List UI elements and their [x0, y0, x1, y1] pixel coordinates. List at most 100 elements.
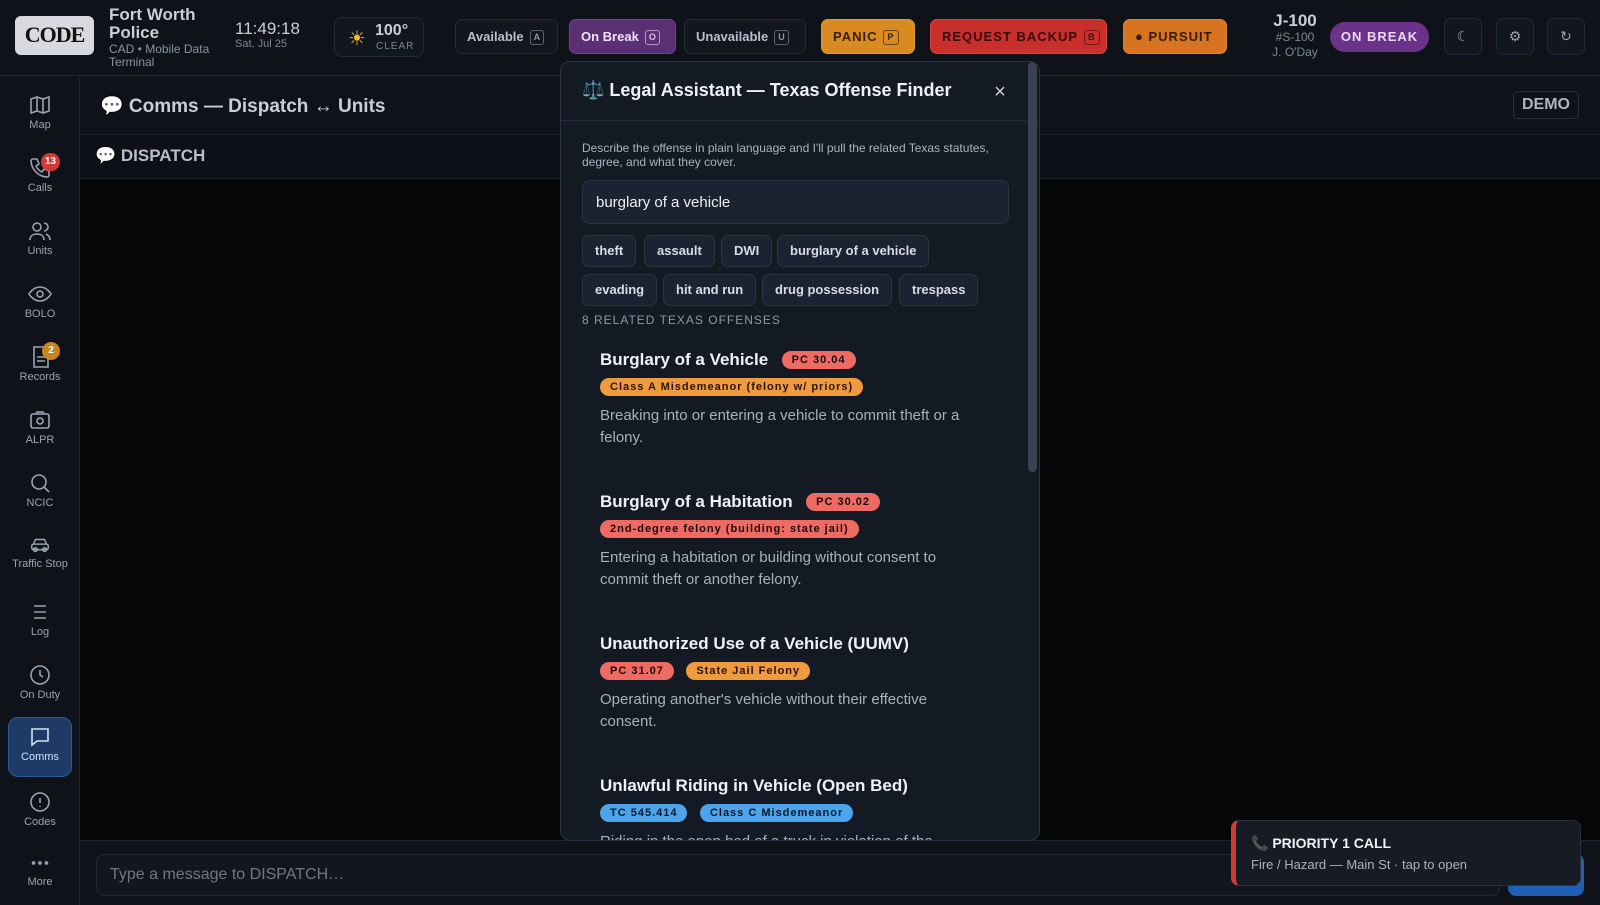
clock-icon	[30, 665, 50, 685]
weather-widget: ☀ 100° CLEAR	[334, 17, 424, 57]
sidebar-item-map[interactable]: Map	[8, 86, 72, 142]
suggestion-chip-burglary-of-a-vehicle[interactable]: burglary of a vehicle	[777, 235, 930, 267]
request-backup-button[interactable]: REQUEST BACKUP B	[930, 19, 1107, 54]
priority-call-toast[interactable]: 📞 PRIORITY 1 CALL Fire / Hazard — Main S…	[1231, 820, 1581, 886]
sidebar-item-label: On Duty	[19, 689, 61, 701]
suggestion-chip-hit-and-run[interactable]: hit and run	[663, 274, 757, 306]
modal-header: ⚖️ Legal Assistant — Texas Offense Finde…	[561, 62, 1039, 121]
gear-icon: ⚙	[1508, 28, 1522, 44]
weather-condition: CLEAR	[376, 41, 415, 52]
degree-tag: State Jail Felony	[686, 662, 811, 680]
offense-title: Burglary of a Vehicle	[600, 350, 769, 369]
search-icon	[31, 474, 50, 493]
sidebar-item-comms[interactable]: Comms	[8, 717, 72, 777]
offense-description: Breaking into or entering a vehicle to c…	[600, 407, 960, 447]
agency-info: Fort Worth Police CAD • Mobile Data Term…	[109, 6, 219, 69]
suggestion-chip-trespass[interactable]: trespass	[899, 274, 979, 306]
statute-tag: PC 30.04	[781, 351, 856, 369]
more-icon	[31, 861, 49, 865]
sidebar-item-label: NCIC	[26, 497, 54, 509]
offense-title: Unlawful Riding in Vehicle (Open Bed)	[600, 776, 908, 795]
degree-tag: Class A Misdemeanor (felony w/ priors)	[600, 378, 864, 396]
sidebar-item-on-duty[interactable]: On Duty	[8, 656, 72, 712]
suggestion-chip-drug-possession[interactable]: drug possession	[762, 274, 893, 306]
statute-tag: PC 30.02	[806, 493, 881, 511]
shortcut-key: P	[883, 30, 899, 45]
info-icon	[30, 792, 50, 812]
suggestion-chip-evading[interactable]: evading	[582, 274, 658, 306]
map-icon	[30, 95, 50, 115]
offense-result[interactable]: Burglary of a Habitation PC 30.02 2nd-de…	[600, 492, 1000, 591]
offense-result[interactable]: Unlawful Riding in Vehicle (Open Bed) TC…	[600, 776, 1000, 840]
statute-tag: PC 31.07	[600, 662, 674, 680]
sidebar-item-traffic-stop[interactable]: Traffic Stop	[8, 527, 72, 587]
theme-toggle-button[interactable]: ☾	[1444, 18, 1482, 55]
sidebar-item-more[interactable]: More	[8, 845, 72, 901]
close-icon[interactable]: ×	[985, 77, 1015, 107]
offense-result[interactable]: Burglary of a Vehicle PC 30.04 Class A M…	[600, 350, 1000, 449]
panic-button[interactable]: PANIC P	[821, 19, 915, 54]
status-badge: ON BREAK	[1330, 22, 1429, 52]
sidebar-item-alpr[interactable]: ALPR	[8, 401, 72, 457]
sidebar-item-log[interactable]: Log	[8, 593, 72, 649]
chat-icon	[31, 728, 49, 747]
status-available-button[interactable]: Available A	[455, 19, 558, 54]
clock-time: 11:49:18	[235, 19, 300, 38]
unit-officer: J. O'Day	[1272, 45, 1318, 59]
offense-search-input[interactable]	[582, 180, 1009, 224]
sidebar-item-bolo[interactable]: BOLO	[8, 275, 72, 331]
siren-icon: ●	[1135, 29, 1149, 44]
sidebar-item-label: ALPR	[25, 434, 55, 446]
sidebar-item-units[interactable]: Units	[8, 212, 72, 268]
pursuit-button[interactable]: ● PURSUIT	[1123, 19, 1227, 54]
sidebar-item-label: Map	[29, 119, 51, 131]
eye-icon	[28, 286, 52, 302]
suggestion-chip-theft[interactable]: theft	[582, 235, 637, 267]
channel-title: 💬 DISPATCH	[95, 146, 206, 165]
modal-scrollbar[interactable]	[1028, 62, 1037, 472]
sidebar-item-label: Units	[27, 245, 53, 257]
shortcut-key: B	[1084, 30, 1100, 45]
pursuit-label: PURSUIT	[1148, 29, 1213, 44]
offense-description: Entering a habitation or building withou…	[600, 549, 937, 589]
sidebar-item-label: Records	[19, 371, 61, 383]
agency-subtitle: CAD • Mobile Data Terminal	[109, 42, 210, 69]
refresh-button[interactable]: ↻	[1547, 18, 1585, 55]
agency-name: Fort Worth Police	[109, 5, 196, 42]
status-on-break-button[interactable]: On Break O	[569, 19, 676, 54]
toast-subtitle: Fire / Hazard — Main St · tap to open	[1251, 857, 1468, 872]
offense-title: Burglary of a Habitation	[600, 492, 793, 511]
sidebar-item-label: Log	[30, 626, 50, 638]
clock: 11:49:18 Sat, Jul 25	[235, 20, 300, 51]
camera-icon	[30, 411, 50, 429]
suggestion-chip-assault[interactable]: assault	[644, 235, 715, 267]
sidebar: Map 13 Calls Units BOLO 2 Records ALPR N…	[0, 76, 80, 905]
shortcut-key: U	[774, 30, 789, 45]
offense-description: Operating another's vehicle without thei…	[600, 691, 927, 731]
sidebar-item-label: Comms	[21, 751, 59, 763]
sidebar-item-ncic[interactable]: NCIC	[8, 464, 72, 520]
modal-description: Describe the offense in plain language a…	[582, 141, 989, 169]
calls-count-badge: 13	[40, 153, 60, 171]
toast-title: 📞 PRIORITY 1 CALL	[1251, 835, 1392, 851]
weather-temp: 100°	[375, 22, 409, 39]
records-count-badge: 2	[42, 342, 60, 360]
status-unavailable-button[interactable]: Unavailable U	[684, 19, 806, 54]
offense-result[interactable]: Unauthorized Use of a Vehicle (UUMV) PC …	[600, 634, 1000, 733]
suggestion-chip-dwi[interactable]: DWI	[721, 235, 773, 267]
request-backup-label: REQUEST BACKUP	[942, 29, 1079, 44]
sidebar-item-records[interactable]: 2 Records	[8, 338, 72, 394]
offense-description: Riding in the open bed of a truck in vio…	[600, 831, 980, 840]
sidebar-item-calls[interactable]: 13 Calls	[8, 149, 72, 205]
car-icon	[31, 538, 49, 553]
sidebar-item-label: Codes	[24, 816, 56, 828]
status-unavailable-label: Unavailable	[696, 29, 769, 44]
statute-tag: TC 545.414	[600, 804, 688, 822]
settings-button[interactable]: ⚙	[1496, 18, 1534, 55]
list-icon	[34, 605, 46, 619]
panic-label: PANIC	[833, 29, 878, 44]
sidebar-item-codes[interactable]: Codes	[8, 783, 72, 839]
sidebar-item-label: Traffic Stop	[12, 558, 68, 570]
sidebar-item-label: Calls	[27, 182, 53, 194]
legal-assistant-modal: ⚖️ Legal Assistant — Texas Offense Finde…	[560, 61, 1040, 841]
